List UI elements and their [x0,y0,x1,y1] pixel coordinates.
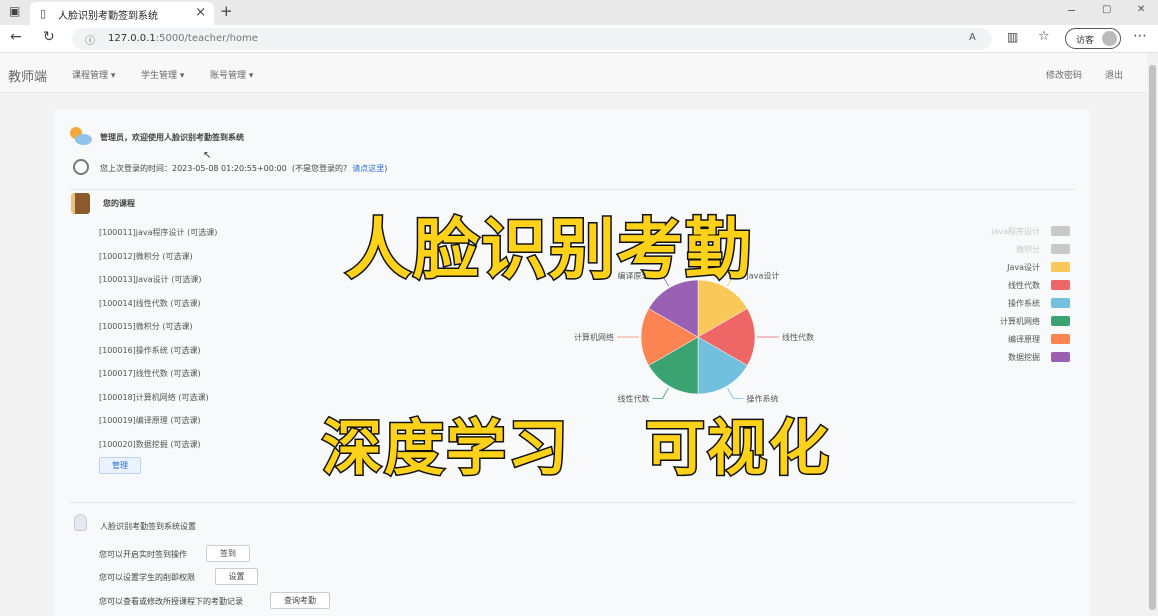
slice-label: 线性代数 [782,332,814,342]
legend-item[interactable]: 编译原理 [960,333,1070,345]
read-aloud-icon[interactable]: A [969,32,976,43]
legend-item[interactable]: java程序设计 [960,225,1070,237]
query-attendance-button[interactable]: 查询考勤 [270,592,330,609]
course-item[interactable]: [100016]操作系统 (可选课) [99,345,201,356]
legend-label: 线性代数 [1008,281,1040,290]
settings-text-attendance: 您可以查看或修改所授课程下的考勤记录 [99,597,243,606]
tab-actions-icon[interactable]: ▣ [9,4,20,18]
legend-item[interactable]: 数据挖掘 [960,351,1070,363]
site-info-icon[interactable]: ⓘ [85,32,95,47]
url-field[interactable]: ⓘ 127.0.0.1:5000/teacher/home A [72,28,992,50]
legend-label: java程序设计 [991,227,1040,236]
back-icon[interactable]: ← [10,29,22,45]
reading-view-icon[interactable]: ▥ [1007,30,1018,44]
guest-label: 访客 [1076,36,1095,46]
course-item[interactable]: [100020]数据挖掘 (可选课) [99,439,201,450]
course-item[interactable]: [100011]java程序设计 (可选课) [99,227,217,238]
slice-label: 计算机网络 [574,332,614,342]
legend-label: 操作系统 [1008,299,1040,308]
legend-swatch [1051,316,1070,326]
legend-swatch [1051,352,1070,362]
course-item[interactable]: [100019]编译原理 (可选课) [99,415,201,426]
legend-swatch [1051,244,1070,254]
guest-profile-button[interactable]: 访客 [1065,28,1121,49]
divider [70,502,1075,503]
legend-label: 编译原理 [1008,335,1040,344]
browser-tab-bar: ▣ ▯ 人脸识别考勤签到系统 × + − ▢ ✕ [0,0,1158,25]
last-login-time: 2023-05-08 01:20:55+00:00 [172,164,287,173]
course-item[interactable]: [100013]Java设计 (可选课) [99,274,201,285]
legend-label: 计算机网络 [1000,317,1040,326]
last-login-info: 您上次登录的时间：2023-05-08 01:20:55+00:00 (不是您登… [100,163,387,174]
legend-item[interactable]: 线性代数 [960,279,1070,291]
course-item[interactable]: [100018]计算机网络 (可选课) [99,392,209,403]
reload-icon[interactable]: ↻ [43,29,55,45]
change-password-link[interactable]: 修改密码 [1046,68,1082,81]
legend-label: 数据挖掘 [1008,353,1040,362]
more-options-icon[interactable]: ⋯ [1133,28,1147,44]
courses-heading: 您的课程 [103,199,135,208]
legend-item[interactable]: 计算机网络 [960,315,1070,327]
settings-button[interactable]: 设置 [215,568,258,585]
browser-tab[interactable]: ▯ 人脸识别考勤签到系统 × [30,2,214,25]
course-item[interactable]: [100014]线性代数 (可选课) [99,298,201,309]
maximize-button[interactable]: ▢ [1102,4,1111,15]
legend-swatch [1051,262,1070,272]
app-navbar: 教师端 课程管理 ▾ 学生管理 ▾ 账号管理 ▾ 修改密码 退出 [0,53,1147,93]
course-item[interactable]: [100017]线性代数 (可选课) [99,368,201,379]
url-path: :5000/teacher/home [155,33,258,44]
checkin-button[interactable]: 签到 [206,545,250,562]
course-item[interactable]: [100015]微积分 (可选课) [99,321,193,332]
page-scrollbar[interactable] [1147,53,1158,616]
course-item[interactable]: [100012]微积分 (可选课) [99,251,193,262]
minimize-button[interactable]: − [1067,4,1076,17]
legend-swatch [1051,334,1070,344]
avatar-icon [1102,31,1117,46]
overlay-subtitle-right: 可视化 [644,413,831,486]
divider [70,189,1075,190]
weather-icon [70,127,92,147]
settings-text-permission: 您可以设置学生的削即权限 [99,573,195,582]
overlay-subtitle-left: 深度学习 [321,413,570,486]
menu-account-management[interactable]: 账号管理 ▾ [210,68,253,81]
not-you-text: (不是您登录的? [291,164,348,173]
legend-swatch [1051,298,1070,308]
url-host: 127.0.0.1 [108,33,156,44]
page-icon: ▯ [40,7,47,20]
menu-course-management[interactable]: 课程管理 ▾ [72,68,115,81]
mouse-cursor-icon: ↖ [203,150,212,161]
settings-heading: 人脸识别考勤签到系统设置 [100,522,196,531]
clock-icon [73,159,89,175]
address-bar: ← ↻ ⓘ 127.0.0.1:5000/teacher/home A ▥ ☆ … [0,25,1158,53]
book-icon [71,193,90,214]
legend-label: Java设计 [1007,263,1040,272]
overlay-title: 人脸识别考勤 [344,210,753,290]
close-window-button[interactable]: ✕ [1137,4,1145,15]
legend-swatch [1051,280,1070,290]
slice-leader-line [727,387,744,399]
legend-item[interactable]: 微积分 [960,243,1070,255]
lightbulb-icon [74,514,87,531]
logout-link[interactable]: 退出 [1105,68,1123,81]
legend-label: 微积分 [1016,245,1040,254]
legend-item[interactable]: Java设计 [960,261,1070,273]
last-login-prefix: 您上次登录的时间： [100,164,172,173]
welcome-greeting: 管理员，欢迎使用人脸识别考勤签到系统 [100,133,244,142]
new-tab-button[interactable]: + [220,2,233,20]
manage-button[interactable]: 管理 [99,457,141,474]
tab-title: 人脸识别考勤签到系统 [58,11,158,22]
settings-text-checkin: 您可以开启实时签到操作 [99,550,187,559]
menu-student-management[interactable]: 学生管理 ▾ [141,68,184,81]
legend-swatch [1051,226,1070,236]
favorites-icon[interactable]: ☆ [1038,29,1050,44]
scrollbar-thumb[interactable] [1149,65,1156,610]
login-here-link[interactable]: 请点这里 [352,164,384,173]
brand[interactable]: 教师端 [8,66,47,85]
slice-leader-line [652,387,669,399]
legend-item[interactable]: 操作系统 [960,297,1070,309]
tab-close-icon[interactable]: × [195,5,206,20]
close-paren: ) [384,164,388,173]
